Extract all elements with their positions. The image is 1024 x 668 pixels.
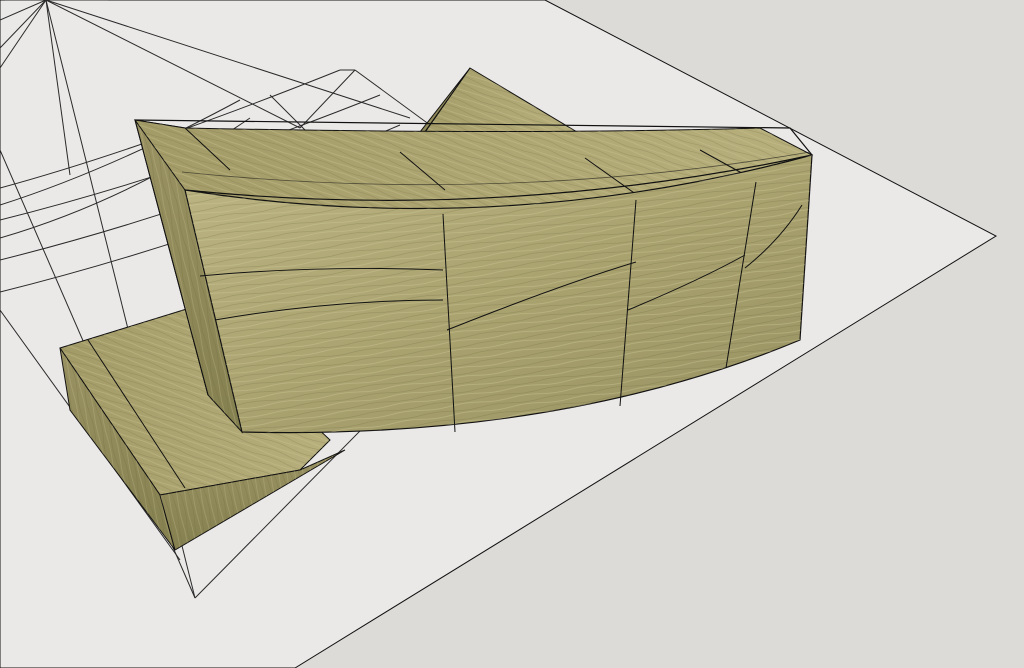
3d-modeling-viewport[interactable] (0, 0, 1024, 668)
scene-canvas[interactable] (0, 0, 1024, 668)
